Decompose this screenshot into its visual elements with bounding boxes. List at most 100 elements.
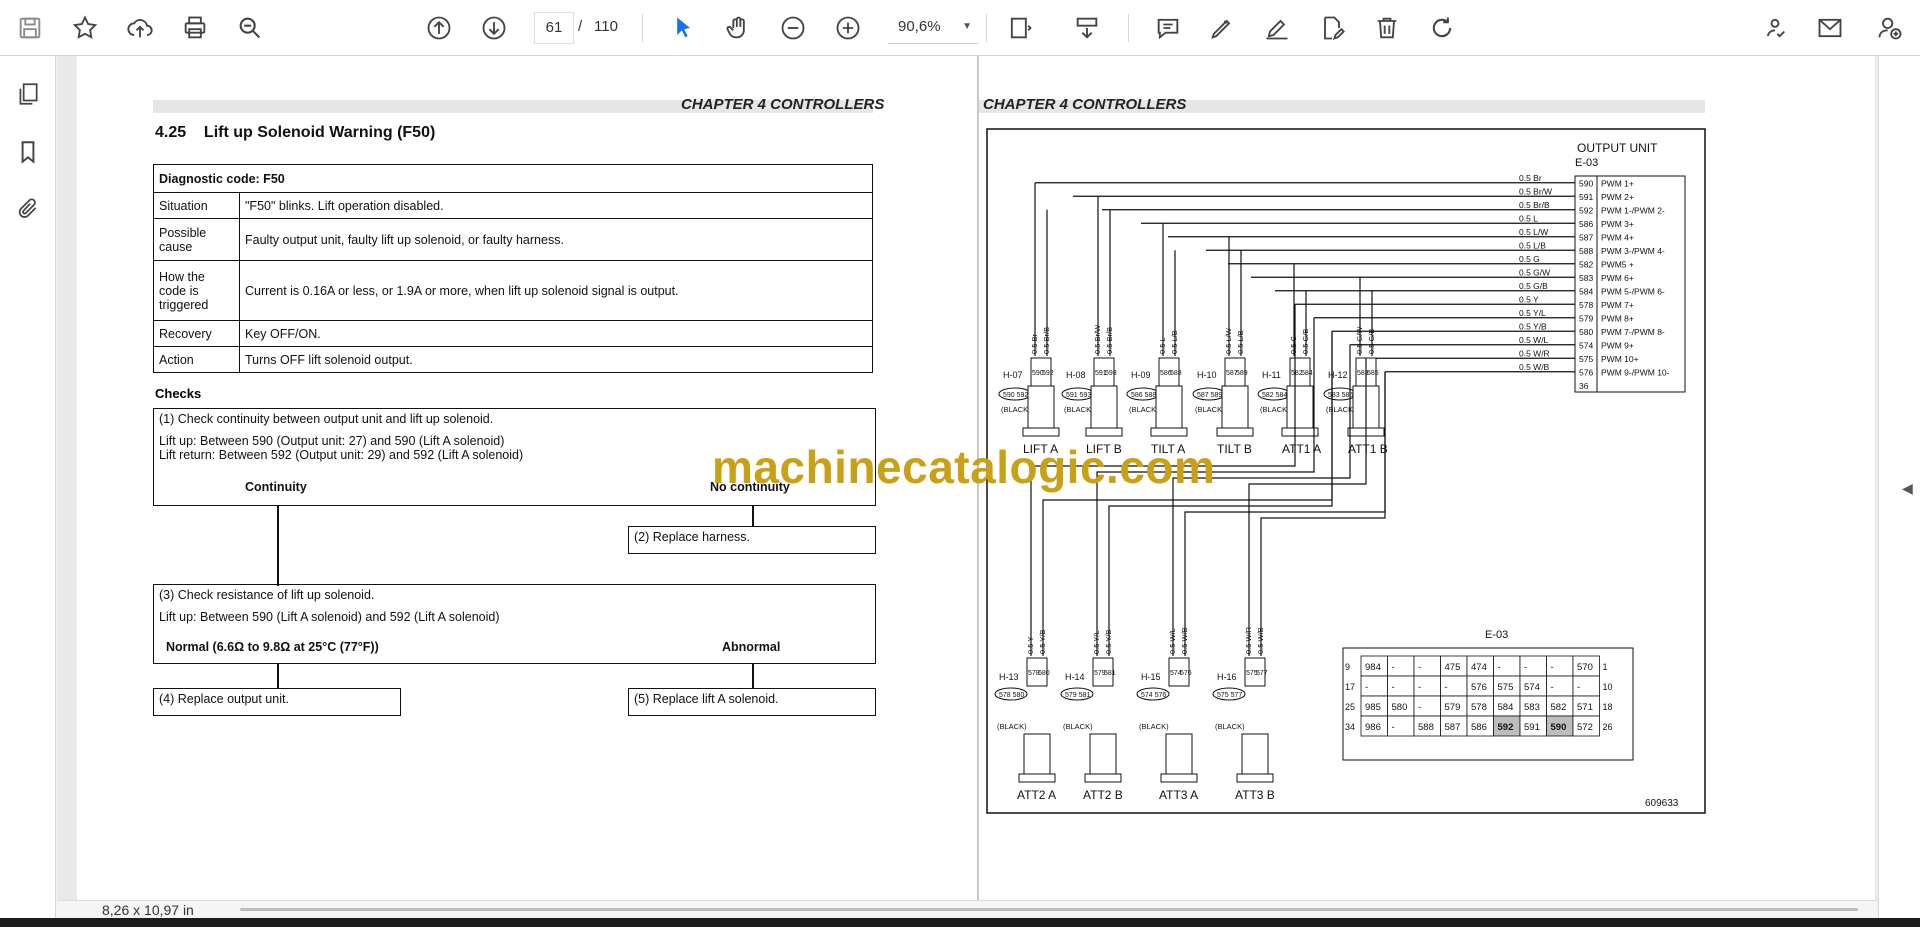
wire-label: 0.5 Br/W bbox=[1093, 324, 1102, 354]
sign-icon[interactable] bbox=[1257, 8, 1297, 48]
zoom-out-icon[interactable] bbox=[773, 8, 813, 48]
grid-cell-value: - bbox=[1392, 722, 1395, 733]
collapse-right-arrow[interactable]: ◀ bbox=[1902, 480, 1913, 497]
grid-row-end: 10 bbox=[1603, 682, 1613, 692]
solenoid-body bbox=[1090, 385, 1118, 429]
toolbar: 61 / 110 90,6% ▼ bbox=[0, 0, 1920, 56]
wire-label: 0.5 G/B bbox=[1519, 281, 1548, 291]
star-icon[interactable] bbox=[65, 8, 105, 48]
solenoid-base bbox=[1018, 773, 1056, 783]
pin-function: PWM 7-/PWM 8- bbox=[1601, 327, 1665, 337]
zoom-search-icon[interactable] bbox=[230, 8, 270, 48]
pin-number: 580 bbox=[1579, 327, 1593, 337]
pen-icon[interactable] bbox=[1202, 8, 1242, 48]
wire-label: 0.5 W/L bbox=[1168, 628, 1177, 654]
chevron-down-icon: ▼ bbox=[962, 21, 972, 32]
connector-id: H-14 bbox=[1065, 672, 1085, 682]
grid-cell-value: 574 bbox=[1524, 682, 1540, 693]
row-value: "F50" blinks. Lift operation disabled. bbox=[239, 192, 873, 219]
grid-cell-value: - bbox=[1365, 682, 1368, 693]
delete-icon[interactable] bbox=[1367, 8, 1407, 48]
save-icon[interactable] bbox=[10, 8, 50, 48]
connector-id: H-12 bbox=[1328, 370, 1348, 380]
solenoid-body bbox=[1155, 385, 1183, 429]
pin-number: 575 577 bbox=[1217, 692, 1242, 699]
comment-icon[interactable] bbox=[1148, 8, 1188, 48]
edit-pdf-icon[interactable] bbox=[1312, 8, 1352, 48]
wire-label: 0.5 L/B bbox=[1236, 330, 1245, 354]
grid-cell-value: - bbox=[1551, 682, 1554, 693]
pin-function: PWM 4+ bbox=[1601, 232, 1634, 242]
pin-number: 582 bbox=[1579, 259, 1593, 269]
pin-number: 590 592 bbox=[1003, 392, 1028, 399]
color-label: (BLACK) bbox=[997, 722, 1027, 731]
step2-box: (2) Replace harness. bbox=[628, 526, 876, 554]
grid-cell-value: 592 bbox=[1498, 722, 1514, 733]
grid-cell-value: - bbox=[1418, 682, 1421, 693]
pin-number: 574 bbox=[1579, 340, 1593, 350]
wire-label: 0.5 G/B bbox=[1301, 329, 1310, 354]
page-up-icon[interactable] bbox=[419, 8, 459, 48]
pin-number: 589 bbox=[1236, 370, 1248, 377]
grid-cell-value: - bbox=[1418, 662, 1421, 673]
solenoid-label: TILT B bbox=[1217, 442, 1252, 456]
share-link-icon[interactable] bbox=[1755, 8, 1795, 48]
grid-cell-value: - bbox=[1524, 662, 1527, 673]
add-user-icon[interactable] bbox=[1870, 8, 1910, 48]
scroll-mode-icon[interactable] bbox=[1067, 8, 1107, 48]
connector-id: H-10 bbox=[1197, 370, 1217, 380]
grid-cell-value: 588 bbox=[1418, 722, 1434, 733]
color-label: (BLACK) bbox=[1260, 405, 1290, 414]
pages-icon[interactable] bbox=[8, 74, 48, 114]
diag-header: Diagnostic code: F50 bbox=[153, 164, 873, 193]
grid-cell-value: 580 bbox=[1392, 702, 1408, 713]
fit-page-icon[interactable] bbox=[1000, 8, 1040, 48]
grid-cell-value: 587 bbox=[1445, 722, 1461, 733]
email-icon[interactable] bbox=[1810, 8, 1850, 48]
pin-number: 587 589 bbox=[1197, 392, 1222, 399]
horizontal-scrollbar[interactable] bbox=[240, 908, 1858, 911]
grid-cell-value: 579 bbox=[1445, 702, 1461, 713]
wire-label: 0.5 W/B bbox=[1256, 627, 1265, 654]
print-icon[interactable] bbox=[175, 8, 215, 48]
page-number-input[interactable]: 61 bbox=[534, 12, 574, 44]
grid-cell-value: - bbox=[1392, 662, 1395, 673]
attachment-icon[interactable] bbox=[8, 188, 48, 228]
wire-label: 0.5 L bbox=[1519, 213, 1538, 223]
step5-box: (5) Replace lift A solenoid. bbox=[628, 688, 876, 716]
wire-label: 0.5 Y/B bbox=[1104, 630, 1113, 654]
table-row: How the code is triggered Current is 0.1… bbox=[153, 260, 873, 321]
pin-number: 36 bbox=[1579, 381, 1589, 391]
select-cursor-icon[interactable] bbox=[663, 8, 703, 48]
upload-cloud-icon[interactable] bbox=[120, 8, 160, 48]
section-title: 4.25 Lift up Solenoid Warning (F50) bbox=[155, 124, 436, 141]
solenoid-base bbox=[1216, 427, 1254, 437]
pin-function: PWM 2+ bbox=[1601, 192, 1634, 202]
table-row: Recovery Key OFF/ON. bbox=[153, 320, 873, 347]
wire-label: 0.5 W/R bbox=[1244, 626, 1253, 654]
bookmark-icon[interactable] bbox=[8, 132, 48, 172]
wire-label: 0.5 L bbox=[1158, 337, 1167, 354]
pin-number: 586 588 bbox=[1131, 392, 1156, 399]
pin-number: 592 bbox=[1042, 370, 1054, 377]
wire-label: 0.5 G/W bbox=[1355, 326, 1364, 354]
page-separator: / bbox=[578, 18, 583, 35]
zoom-dropdown[interactable]: 90,6% ▼ bbox=[888, 12, 978, 44]
grid-row-end: 26 bbox=[1603, 722, 1613, 732]
color-label: (BLACK) bbox=[1064, 405, 1094, 414]
page-down-icon[interactable] bbox=[474, 8, 514, 48]
step1-title: (1) Check continuity between output unit… bbox=[159, 412, 494, 426]
wire-label: 0.5 W/B bbox=[1519, 362, 1550, 372]
grid-cell-value: - bbox=[1577, 682, 1580, 693]
wire-label: 0.5 G/W bbox=[1519, 267, 1550, 277]
grid-cell-value: - bbox=[1551, 662, 1554, 673]
grid-row-start: 9 bbox=[1345, 662, 1350, 672]
hand-pan-icon[interactable] bbox=[718, 8, 758, 48]
figure-number: 609633 bbox=[1645, 798, 1679, 809]
rotate-icon[interactable] bbox=[1422, 8, 1462, 48]
zoom-in-icon[interactable] bbox=[828, 8, 868, 48]
wire-label: 0.5 Y bbox=[1026, 637, 1035, 654]
wire-label: 0.5 Y/L bbox=[1519, 308, 1546, 318]
grid-cell-value: 583 bbox=[1524, 702, 1540, 713]
grid-row-start: 17 bbox=[1345, 682, 1355, 692]
